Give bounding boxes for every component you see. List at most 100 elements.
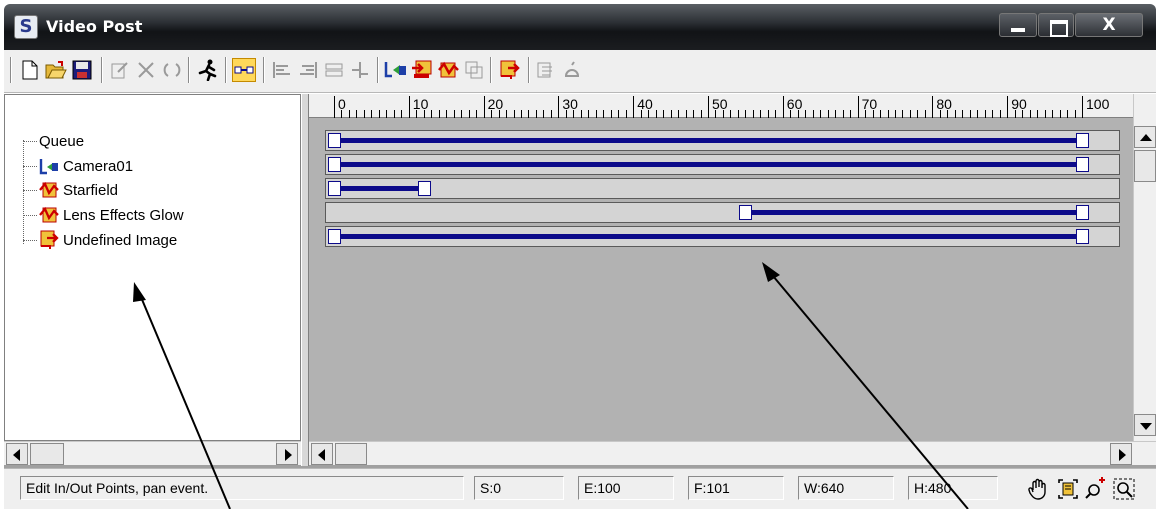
save-sequence-icon[interactable] xyxy=(70,58,94,82)
scroll-left-button[interactable] xyxy=(311,443,333,465)
ruler-minor-tick xyxy=(378,110,380,118)
ruler-minor-tick xyxy=(678,110,680,118)
edit-current-event-icon[interactable] xyxy=(108,58,132,82)
ruler-minor-tick xyxy=(423,110,425,118)
ruler-tick-label: 100 xyxy=(1082,96,1109,118)
range-start-handle[interactable] xyxy=(328,181,341,196)
image-filter-icon xyxy=(39,180,59,200)
queue-item-camera01[interactable]: Camera01 xyxy=(23,155,133,177)
ruler-minor-tick xyxy=(715,110,717,118)
ruler-minor-tick xyxy=(827,110,829,118)
ruler-minor-tick xyxy=(917,110,919,118)
queue-root-label: Queue xyxy=(39,132,85,150)
pan-hand-icon[interactable] xyxy=(1026,477,1050,501)
range-start-handle[interactable] xyxy=(328,133,341,148)
ruler-minor-tick xyxy=(693,110,695,118)
event-track[interactable] xyxy=(325,154,1120,175)
new-sequence-icon[interactable] xyxy=(18,58,42,82)
add-image-filter-event-icon[interactable] xyxy=(436,58,460,82)
event-track[interactable] xyxy=(325,130,1120,151)
queue-panel[interactable]: Queue Camera01 Starfield Lens Effects Gl… xyxy=(4,94,301,441)
execute-sequence-icon[interactable] xyxy=(196,58,220,82)
queue-item-lens-effects-glow[interactable]: Lens Effects Glow xyxy=(23,204,184,226)
ruler-minor-tick xyxy=(453,110,455,118)
ruler-minor-tick xyxy=(506,110,508,118)
range-start-handle[interactable] xyxy=(328,157,341,172)
open-sequence-icon[interactable] xyxy=(44,58,68,82)
scroll-thumb[interactable] xyxy=(335,443,367,465)
ruler-minor-tick xyxy=(842,110,844,118)
timeline-vertical-scrollbar[interactable] xyxy=(1133,94,1156,441)
range-bar[interactable] xyxy=(335,138,1083,143)
ruler-minor-tick xyxy=(984,110,986,118)
add-image-output-event-icon[interactable] xyxy=(498,58,522,82)
tree-branch xyxy=(23,214,37,216)
queue-scrollbar[interactable] xyxy=(4,441,301,465)
minimize-button[interactable] xyxy=(999,13,1037,37)
zoom-region-icon[interactable] xyxy=(1112,477,1136,501)
add-image-layer-event-icon[interactable] xyxy=(462,58,486,82)
ruler-minor-tick xyxy=(962,110,964,118)
maximize-button[interactable] xyxy=(1038,13,1074,37)
edit-range-bar-icon[interactable] xyxy=(232,58,256,82)
scroll-right-button[interactable] xyxy=(1110,443,1132,465)
panel-splitter[interactable] xyxy=(301,94,309,466)
queue-item-starfield[interactable]: Starfield xyxy=(23,179,118,201)
ruler-minor-tick xyxy=(1059,110,1061,118)
ruler-minor-tick xyxy=(909,110,911,118)
range-start-handle[interactable] xyxy=(328,229,341,244)
tree-branch xyxy=(23,165,37,167)
ruler-tick-label: 80 xyxy=(932,96,952,118)
range-end-handle[interactable] xyxy=(1076,157,1089,172)
swap-events-icon[interactable] xyxy=(160,58,184,82)
timeline-scrollbar[interactable] xyxy=(309,441,1156,465)
range-end-handle[interactable] xyxy=(1076,133,1089,148)
range-bar[interactable] xyxy=(335,234,1083,239)
close-button[interactable]: X xyxy=(1075,13,1143,37)
event-track[interactable] xyxy=(325,226,1120,247)
arrow-right-icon xyxy=(285,449,292,461)
range-bar[interactable] xyxy=(335,162,1083,167)
arrow-down-icon xyxy=(1140,423,1152,430)
range-end-handle[interactable] xyxy=(417,181,431,196)
add-image-input-event-icon[interactable] xyxy=(410,58,434,82)
ruler-minor-tick xyxy=(969,110,971,118)
ruler-minor-tick xyxy=(655,110,657,118)
scroll-up-button[interactable] xyxy=(1134,126,1156,148)
camera-scene-icon xyxy=(39,156,59,176)
ruler-minor-tick xyxy=(924,110,926,118)
add-external-event-icon[interactable] xyxy=(534,58,558,82)
range-end-handle[interactable] xyxy=(1076,205,1089,220)
range-end-handle[interactable] xyxy=(1076,229,1089,244)
event-track[interactable] xyxy=(325,202,1120,223)
scroll-down-button[interactable] xyxy=(1134,414,1156,436)
scroll-thumb[interactable] xyxy=(30,443,64,465)
scroll-right-button[interactable] xyxy=(276,443,298,465)
add-scene-event-icon[interactable] xyxy=(384,58,408,82)
queue-root[interactable]: Queue xyxy=(23,130,84,152)
range-start-handle[interactable] xyxy=(739,205,753,220)
zoom-extents-icon[interactable] xyxy=(1056,477,1080,501)
main-area: Queue Camera01 Starfield Lens Effects Gl… xyxy=(4,94,1156,468)
ruler-minor-tick xyxy=(438,110,440,118)
scroll-left-button[interactable] xyxy=(6,443,28,465)
range-bar[interactable] xyxy=(335,186,425,191)
make-same-size-icon[interactable] xyxy=(322,58,346,82)
abut-selected-icon[interactable] xyxy=(348,58,372,82)
ruler-minor-tick xyxy=(752,110,754,118)
event-track[interactable] xyxy=(325,178,1120,199)
scroll-thumb[interactable] xyxy=(1134,150,1156,182)
queue-item-undefined-image[interactable]: Undefined Image xyxy=(23,229,177,251)
align-right-icon[interactable] xyxy=(296,58,320,82)
align-left-icon[interactable] xyxy=(270,58,294,82)
add-loop-event-icon[interactable] xyxy=(560,58,584,82)
time-ruler: 0 10 20 30 40 50 60 70 80 90 100 xyxy=(309,94,1133,118)
ruler-minor-tick xyxy=(1037,110,1039,118)
delete-current-event-icon[interactable] xyxy=(134,58,158,82)
timeline-panel[interactable]: 0 10 20 30 40 50 60 70 80 90 100 xyxy=(309,94,1133,441)
ruler-minor-tick xyxy=(431,110,433,118)
zoom-time-icon[interactable] xyxy=(1084,477,1108,501)
frame-count-field: F:101 xyxy=(688,476,784,500)
ruler-minor-tick xyxy=(356,110,358,118)
range-bar[interactable] xyxy=(746,210,1083,215)
